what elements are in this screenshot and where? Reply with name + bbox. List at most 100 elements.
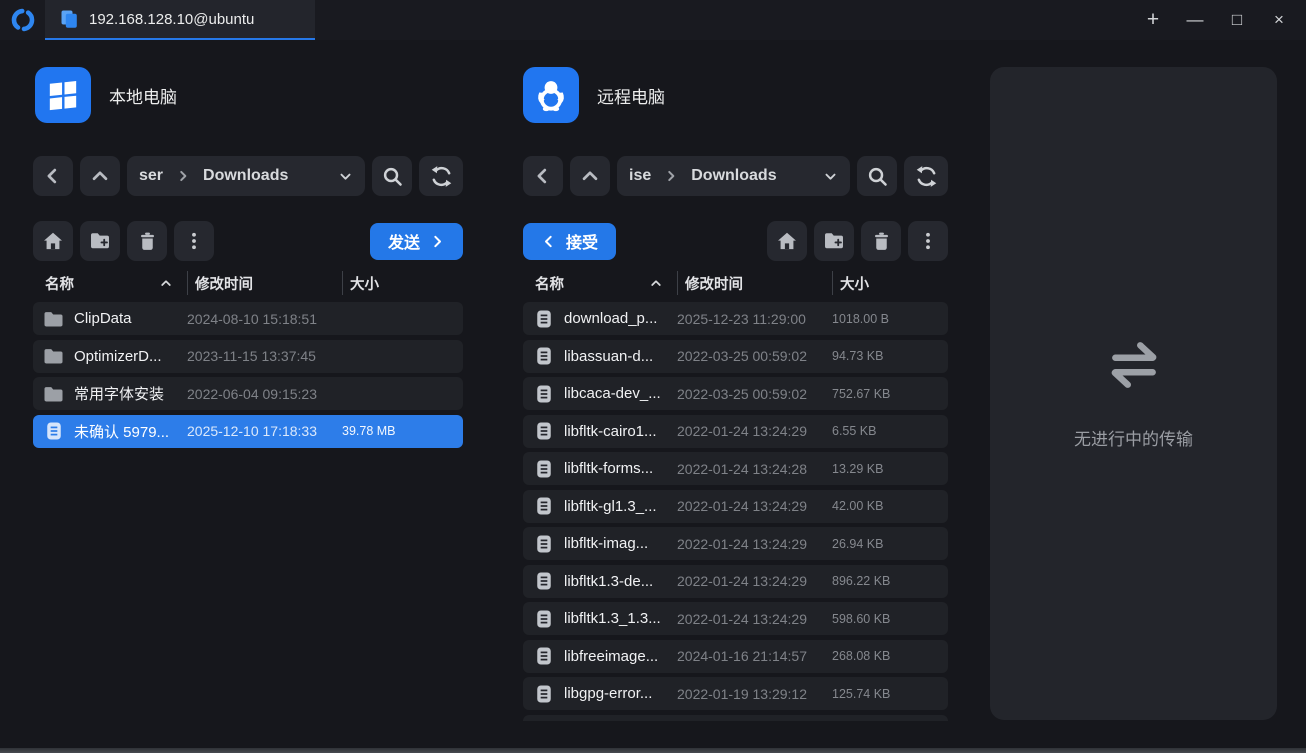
home-button[interactable]: [33, 221, 73, 261]
remote-panel-title: 远程电脑: [597, 83, 665, 108]
file-name-cell: libfltk1.3-de...: [523, 570, 677, 592]
session-tab[interactable]: 192.168.128.10@ubuntu: [45, 0, 315, 40]
table-row[interactable]: OptimizerD... 2023-11-15 13:37:45: [33, 340, 463, 373]
delete-button[interactable]: [861, 221, 901, 261]
home-icon: [776, 230, 798, 252]
file-name: 常用字体安装: [74, 383, 187, 404]
column-size-label[interactable]: 大小: [342, 271, 463, 295]
table-row[interactable]: libgpg-error... 2022-01-19 13:29:12 125.…: [523, 677, 948, 710]
file-icon: [535, 571, 553, 591]
breadcrumb[interactable]: ser Downloads: [127, 156, 365, 196]
column-name-label[interactable]: 名称: [45, 273, 74, 294]
back-button[interactable]: [33, 156, 73, 196]
column-modified-label[interactable]: 修改时间: [187, 271, 342, 295]
file-size: 896.22 KB: [832, 574, 948, 588]
breadcrumb-current: Downloads: [203, 167, 288, 185]
file-modified-time: 2022-01-24 13:24:29: [677, 536, 832, 552]
remote-nav-bar: ise Downloads: [523, 156, 948, 196]
table-row[interactable]: 常用字体安装 2022-06-04 09:15:23: [33, 377, 463, 410]
refresh-button[interactable]: [904, 156, 948, 196]
taskbar-edge: [0, 748, 1306, 753]
table-row[interactable]: libfltk-forms... 2022-01-24 13:24:28 13.…: [523, 452, 948, 485]
file-size: 1018.00 B: [832, 312, 948, 326]
file-name: ClipData: [74, 310, 187, 327]
table-row[interactable]: ClipData 2024-08-10 15:18:51: [33, 302, 463, 335]
file-icon: [535, 346, 553, 366]
file-name: libgpg-error...: [564, 685, 677, 702]
local-panel-header: 本地电脑: [35, 67, 177, 123]
file-name-cell: libfltk-imag...: [523, 533, 677, 555]
file-size: 94.73 KB: [832, 349, 948, 363]
folder-plus-icon: [89, 230, 111, 252]
file-name-cell: libassuan-d...: [523, 345, 677, 367]
table-row[interactable]: libcaca-dev_... 2022-03-25 00:59:02 752.…: [523, 377, 948, 410]
minimize-button[interactable]: —: [1180, 5, 1210, 35]
delete-button[interactable]: [127, 221, 167, 261]
table-row[interactable]: libfltk-gl1.3_... 2022-01-24 13:24:29 42…: [523, 490, 948, 523]
receive-button[interactable]: 接受: [523, 223, 616, 260]
table-row[interactable]: libfltk-imag... 2022-01-24 13:24:29 26.9…: [523, 527, 948, 560]
file-icon: [535, 309, 553, 329]
table-row[interactable]: libfltk1.3-de... 2022-01-24 13:24:29 896…: [523, 565, 948, 598]
sort-ascending-icon[interactable]: [649, 276, 663, 290]
file-modified-time: 2022-01-24 13:24:29: [677, 423, 832, 439]
sort-ascending-icon[interactable]: [159, 276, 173, 290]
copy-file-icon: [59, 9, 79, 29]
search-button[interactable]: [857, 156, 897, 196]
home-button[interactable]: [767, 221, 807, 261]
file-icon: [535, 609, 553, 629]
file-name-cell: 未确认 5979...: [33, 420, 187, 442]
file-size: 752.67 KB: [832, 387, 948, 401]
file-icon: [535, 496, 553, 516]
table-row[interactable]: libfreeimage... 2024-01-16 21:14:57 268.…: [523, 640, 948, 673]
back-button[interactable]: [523, 156, 563, 196]
chevron-down-icon: [823, 169, 838, 184]
table-row[interactable]: libassuan-d... 2022-03-25 00:59:02 94.73…: [523, 340, 948, 373]
local-nav-bar: ser Downloads: [33, 156, 463, 196]
column-size-label[interactable]: 大小: [832, 271, 948, 295]
transfer-empty-message: 无进行中的传输: [1074, 425, 1193, 450]
tab-title: 192.168.128.10@ubuntu: [89, 11, 254, 28]
chevron-right-icon: [176, 169, 190, 183]
table-row[interactable]: download_p... 2025-12-23 11:29:00 1018.0…: [523, 302, 948, 335]
new-folder-button[interactable]: [814, 221, 854, 261]
more-button[interactable]: [908, 221, 948, 261]
file-size: 26.94 KB: [832, 537, 948, 551]
file-name-cell: libcaca-dev_...: [523, 383, 677, 405]
table-row[interactable]: libfltk-cairo1... 2022-01-24 13:24:29 6.…: [523, 415, 948, 448]
home-icon: [42, 230, 64, 252]
column-name-label[interactable]: 名称: [535, 273, 564, 294]
file-name: libfltk-forms...: [564, 460, 677, 477]
column-modified-label[interactable]: 修改时间: [677, 271, 832, 295]
breadcrumb[interactable]: ise Downloads: [617, 156, 850, 196]
file-icon: [535, 384, 553, 404]
file-name-cell: libfltk-gl1.3_...: [523, 495, 677, 517]
file-icon: [535, 684, 553, 704]
file-name: libfltk-gl1.3_...: [564, 498, 677, 515]
file-modified-time: 2024-08-10 15:18:51: [187, 311, 342, 327]
up-button[interactable]: [80, 156, 120, 196]
file-name-cell: download_p...: [523, 308, 677, 330]
up-button[interactable]: [570, 156, 610, 196]
trash-icon: [871, 231, 892, 252]
app-logo-icon: [0, 7, 45, 33]
table-row[interactable]: libfltk1.3_1.3... 2022-01-24 13:24:29 59…: [523, 602, 948, 635]
search-button[interactable]: [372, 156, 412, 196]
windows-logo-icon: [35, 67, 91, 123]
refresh-button[interactable]: [419, 156, 463, 196]
receive-button-label: 接受: [566, 229, 598, 253]
table-row[interactable]: [523, 715, 948, 722]
more-button[interactable]: [174, 221, 214, 261]
new-tab-button[interactable]: +: [1138, 5, 1168, 35]
remote-panel-header: 远程电脑: [523, 67, 665, 123]
file-size: 13.29 KB: [832, 462, 948, 476]
kebab-menu-icon: [918, 231, 938, 251]
maximize-button[interactable]: □: [1222, 5, 1252, 35]
table-row[interactable]: 未确认 5979... 2025-12-10 17:18:33 39.78 MB: [33, 415, 463, 448]
chevron-up-icon: [89, 165, 111, 187]
local-file-list: ClipData 2024-08-10 15:18:51 OptimizerD.…: [33, 302, 463, 452]
close-button[interactable]: ×: [1264, 5, 1294, 35]
send-button[interactable]: 发送: [370, 223, 463, 260]
file-name-cell: libfltk-cairo1...: [523, 420, 677, 442]
new-folder-button[interactable]: [80, 221, 120, 261]
